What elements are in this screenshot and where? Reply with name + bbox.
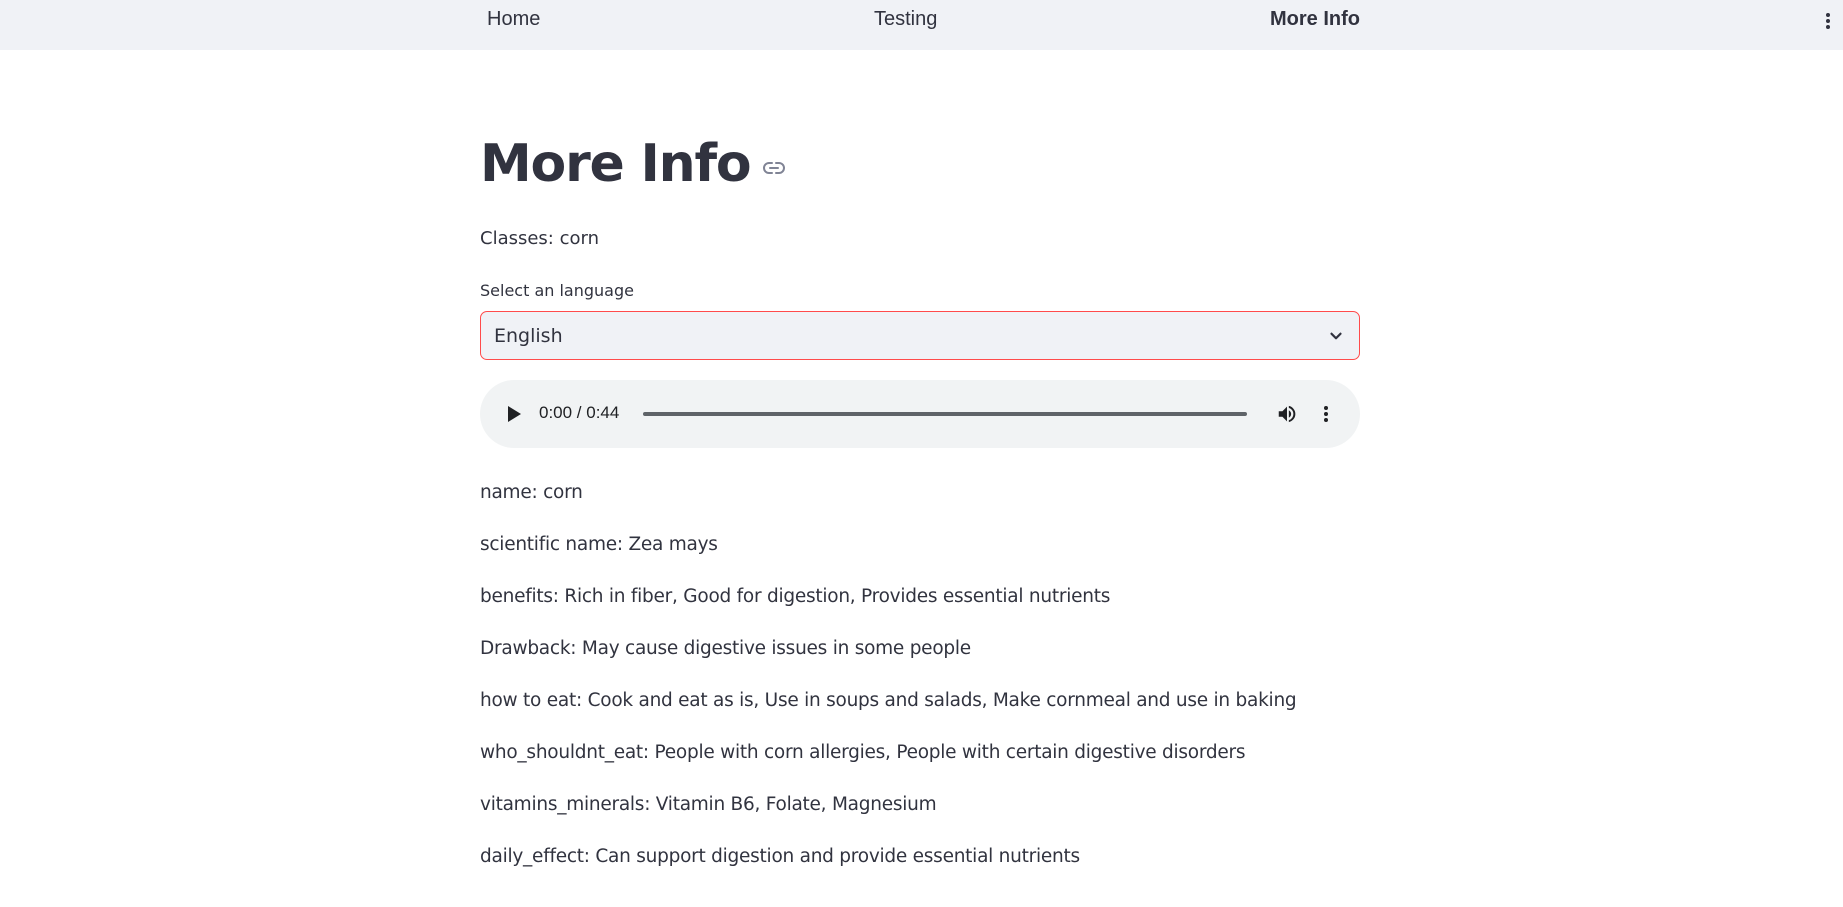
language-select-value: English <box>494 325 563 347</box>
language-select-label: Select an language <box>480 281 634 300</box>
info-drawback: Drawback: May cause digestive issues in … <box>480 638 971 659</box>
info-who-shouldnt-eat: who_shouldnt_eat: People with corn aller… <box>480 742 1246 763</box>
audio-time: 0:00 / 0:44 <box>539 403 620 422</box>
info-name: name: corn <box>480 482 583 503</box>
volume-icon[interactable] <box>1276 403 1298 429</box>
info-how-to-eat: how to eat: Cook and eat as is, Use in s… <box>480 690 1297 711</box>
play-icon[interactable] <box>505 404 523 428</box>
classes-text: Classes: corn <box>480 228 599 249</box>
anchor-link-icon[interactable] <box>762 156 786 180</box>
nav-more-info[interactable]: More Info <box>1270 8 1360 31</box>
info-vitamins-minerals: vitamins_minerals: Vitamin B6, Folate, M… <box>480 794 937 815</box>
page-title-text: More Info <box>480 134 752 194</box>
page-title: More Info <box>480 134 786 194</box>
top-navigation: Home Testing More Info <box>0 0 1843 50</box>
language-select[interactable]: English <box>480 311 1360 360</box>
info-benefits: benefits: Rich in fiber, Good for digest… <box>480 586 1111 607</box>
chevron-down-icon <box>1327 327 1345 349</box>
audio-player: 0:00 / 0:44 <box>480 380 1360 448</box>
audio-options-icon[interactable] <box>1322 404 1330 424</box>
nav-home[interactable]: Home <box>487 8 540 31</box>
nav-testing[interactable]: Testing <box>874 8 937 31</box>
audio-progress-bar[interactable] <box>643 412 1247 416</box>
info-scientific-name: scientific name: Zea mays <box>480 534 718 555</box>
info-daily-effect: daily_effect: Can support digestion and … <box>480 846 1080 867</box>
main-menu-icon[interactable] <box>1821 10 1835 32</box>
